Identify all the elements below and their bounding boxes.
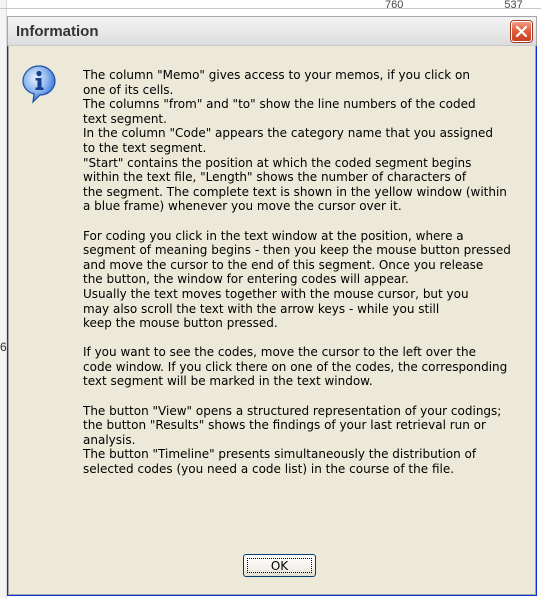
message-line: a blue frame) whenever you move the curs… [83, 199, 402, 214]
background-window-edge [0, 0, 7, 598]
message-line: In the column "Code" appears the categor… [83, 126, 494, 141]
message-line: The button "Timeline" presents simultane… [83, 447, 477, 462]
message-line: the button "Results" shows the findings … [83, 418, 486, 433]
message-line: to the text segment. [83, 140, 207, 155]
background-value: 760 [385, 0, 404, 10]
message-line: text segment. [83, 111, 167, 126]
dialog-body: The column "Memo" gives access to your m… [8, 46, 536, 595]
background-value: 537 [504, 0, 523, 10]
dialog-message: The column "Memo" gives access to your m… [83, 68, 523, 477]
message-line: within the text file, "Length" shows the… [83, 170, 467, 185]
information-dialog: Information The column "Memo" gives acce… [7, 16, 537, 596]
message-line: The columns "from" and "to" show the lin… [83, 97, 476, 112]
dialog-titlebar[interactable]: Information [7, 16, 537, 46]
message-line: The column "Memo" gives access to your m… [83, 68, 470, 82]
message-line: segment of meaning begins - then you kee… [83, 243, 511, 258]
message-line: code window. If you click there on one o… [83, 359, 508, 374]
message-line: the button, the window for entering code… [83, 272, 409, 287]
message-line: The button "View" opens a structured rep… [83, 403, 502, 418]
background-column-values: 760 537 [385, 0, 541, 10]
message-line: selected codes (you need a code list) in… [83, 462, 455, 477]
ok-button[interactable]: OK [243, 554, 316, 577]
message-line: "Start" contains the position at which t… [83, 155, 472, 170]
close-icon [515, 25, 528, 38]
message-line: and move the cursor to the end of this s… [83, 257, 484, 272]
message-line: analysis. [83, 432, 136, 447]
message-line: For coding you click in the text window … [83, 228, 464, 243]
message-line: the segment. The complete text is shown … [83, 184, 507, 199]
message-line: If you want to see the codes, move the c… [83, 345, 476, 360]
message-line: may also scroll the text with the arrow … [83, 301, 440, 316]
ok-button-label: OK [247, 558, 312, 573]
message-line: Usually the text moves together with the… [83, 286, 469, 301]
message-line: one of its cells. [83, 82, 174, 97]
dialog-title: Information [16, 23, 99, 40]
message-line: text segment will be marked in the text … [83, 374, 373, 389]
screen: 760 537 6 Information The column "Memo" … [0, 0, 541, 598]
close-button[interactable] [511, 21, 532, 42]
message-line: keep the mouse button pressed. [83, 316, 278, 331]
information-icon [22, 65, 56, 104]
background-stray-text: 6 [0, 340, 7, 354]
